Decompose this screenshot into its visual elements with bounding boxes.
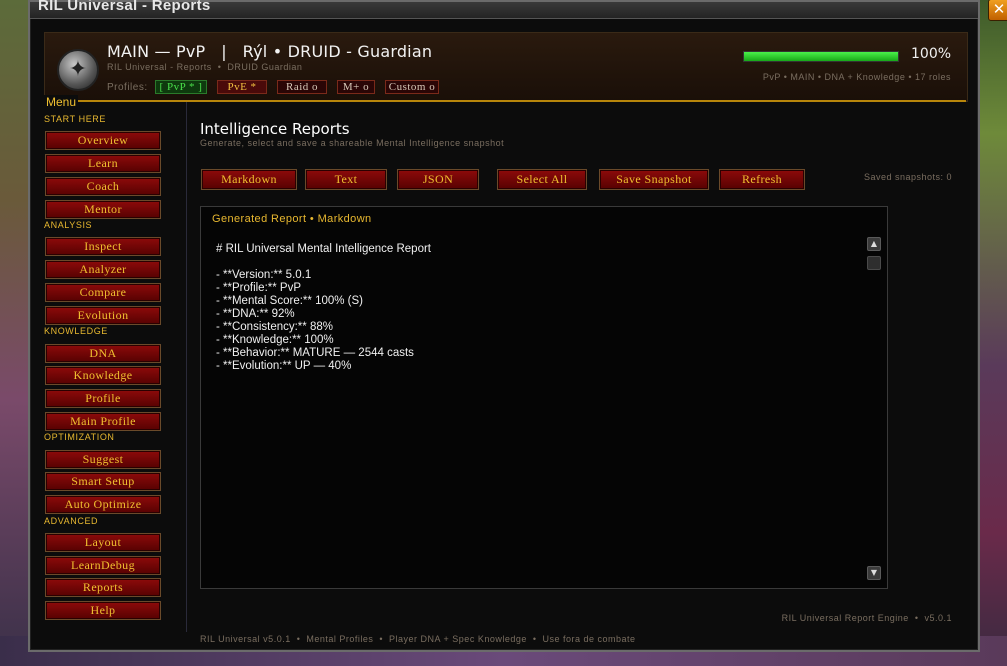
- header-divider: [44, 100, 966, 102]
- report-line: - **DNA:** 92%: [216, 308, 295, 320]
- sidebar-divider: [186, 102, 187, 632]
- text-button[interactable]: Text: [306, 170, 386, 189]
- menu-item-mentor[interactable]: Mentor: [46, 201, 160, 218]
- save-snapshot-button[interactable]: Save Snapshot: [600, 170, 708, 189]
- menu-item-suggest[interactable]: Suggest: [46, 451, 160, 468]
- menu-title: Menu: [44, 95, 79, 109]
- menu-section-label: OPTIMIZATION: [44, 432, 115, 442]
- footer-text: RIL Universal v5.0.1 • Mental Profiles •…: [200, 634, 636, 644]
- menu-item-smart-setup[interactable]: Smart Setup: [46, 473, 160, 490]
- profile-tab-4[interactable]: Custom o: [385, 80, 439, 94]
- progress-fill: [744, 52, 898, 61]
- profile-tab-1[interactable]: PvE *: [217, 80, 267, 94]
- report-panel[interactable]: Generated Report • Markdown # RIL Univer…: [200, 206, 888, 589]
- header-panel: ✦ MAIN — PvP | Rýl • DRUID - Guardian RI…: [44, 32, 968, 102]
- menu-item-learndebug[interactable]: LearnDebug: [46, 557, 160, 574]
- reports-window: RIL Universal - Reports ✕ ✦ MAIN — PvP |…: [28, 0, 1007, 652]
- progress-percent: 100%: [911, 46, 952, 62]
- saved-snapshots-count: Saved snapshots: 0: [863, 172, 952, 182]
- menu-item-learn[interactable]: Learn: [46, 155, 160, 172]
- profile-tab-0[interactable]: [ PvP * ]: [155, 80, 207, 94]
- report-line: - **Evolution:** UP — 40%: [216, 360, 352, 372]
- menu-item-overview[interactable]: Overview: [46, 132, 160, 149]
- report-line: - **Profile:** PvP: [216, 282, 302, 294]
- report-line: [216, 256, 431, 269]
- header-subtitle: RIL Universal - Reports • DRUID Guardian: [107, 62, 303, 72]
- close-button[interactable]: ✕: [988, 0, 1007, 21]
- report-line: - **Version:** 5.0.1: [216, 269, 312, 281]
- profile-tab-2[interactable]: Raid o: [277, 80, 327, 94]
- header-main-title: MAIN — PvP | Rýl • DRUID - Guardian: [107, 42, 433, 61]
- menu-item-compare[interactable]: Compare: [46, 284, 160, 301]
- scroll-thumb[interactable]: [867, 256, 881, 270]
- report-line: - **Behavior:** MATURE — 2544 casts: [216, 347, 414, 359]
- json-button[interactable]: JSON: [398, 170, 478, 189]
- scroll-down-icon[interactable]: ▼: [867, 566, 881, 580]
- report-line: - **Consistency:** 88%: [216, 321, 333, 333]
- refresh-button[interactable]: Refresh: [720, 170, 804, 189]
- menu-item-profile[interactable]: Profile: [46, 390, 160, 407]
- menu-item-layout[interactable]: Layout: [46, 534, 160, 551]
- page-title: Intelligence Reports: [200, 120, 350, 138]
- report-line: - **Knowledge:** 100%: [216, 334, 334, 346]
- report-line: # RIL Universal Mental Intelligence Repo…: [216, 243, 431, 255]
- header-right-subtitle: PvP • MAIN • DNA + Knowledge • 17 roles: [762, 72, 951, 82]
- window-title: RIL Universal - Reports: [38, 0, 211, 14]
- markdown-button[interactable]: Markdown: [202, 170, 296, 189]
- menu-item-main-profile[interactable]: Main Profile: [46, 413, 160, 430]
- title-bar[interactable]: RIL Universal - Reports: [30, 0, 978, 19]
- select-all-button[interactable]: Select All: [498, 170, 586, 189]
- profiles-label: Profiles:: [107, 82, 148, 93]
- engine-label: RIL Universal Report Engine • v5.0.1: [781, 613, 952, 623]
- page-subtitle: Generate, select and save a shareable Me…: [200, 138, 505, 148]
- report-text[interactable]: # RIL Universal Mental Intelligence Repo…: [216, 243, 431, 373]
- menu-item-knowledge[interactable]: Knowledge: [46, 367, 160, 384]
- mental-score-progress-bar: [743, 51, 899, 62]
- close-icon: ✕: [992, 0, 1006, 18]
- menu-item-dna[interactable]: DNA: [46, 345, 160, 362]
- profile-tab-3[interactable]: M+ o: [337, 80, 375, 94]
- guardian-bear-emblem-icon: ✦: [57, 49, 99, 91]
- menu-section-label: ADVANCED: [44, 516, 99, 526]
- menu-item-reports[interactable]: Reports: [46, 579, 160, 596]
- menu-item-coach[interactable]: Coach: [46, 178, 160, 195]
- report-header: Generated Report • Markdown: [212, 213, 372, 225]
- menu-section-label: KNOWLEDGE: [44, 326, 108, 336]
- menu-section-label: ANALYSIS: [44, 220, 93, 230]
- scroll-up-icon[interactable]: ▲: [867, 237, 881, 251]
- menu-item-evolution[interactable]: Evolution: [46, 307, 160, 324]
- menu-section-label: START HERE: [44, 114, 107, 124]
- menu-item-inspect[interactable]: Inspect: [46, 238, 160, 255]
- report-line: - **Mental Score:** 100% (S): [216, 295, 364, 307]
- menu-item-help[interactable]: Help: [46, 602, 160, 619]
- menu-item-auto-optimize[interactable]: Auto Optimize: [46, 496, 160, 513]
- menu-item-analyzer[interactable]: Analyzer: [46, 261, 160, 278]
